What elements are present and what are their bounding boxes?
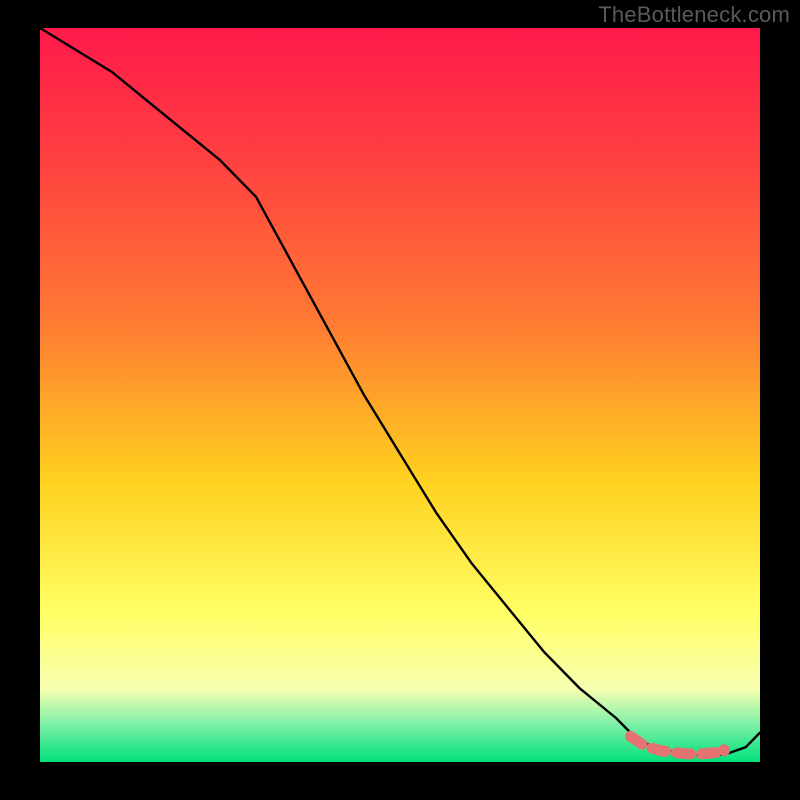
chart-svg (40, 28, 760, 762)
plot-area (40, 28, 760, 762)
chart-frame: TheBottleneck.com (0, 0, 800, 800)
end-marker-dot (718, 744, 730, 756)
watermark-label: TheBottleneck.com (598, 2, 790, 28)
gradient-background (40, 28, 760, 762)
